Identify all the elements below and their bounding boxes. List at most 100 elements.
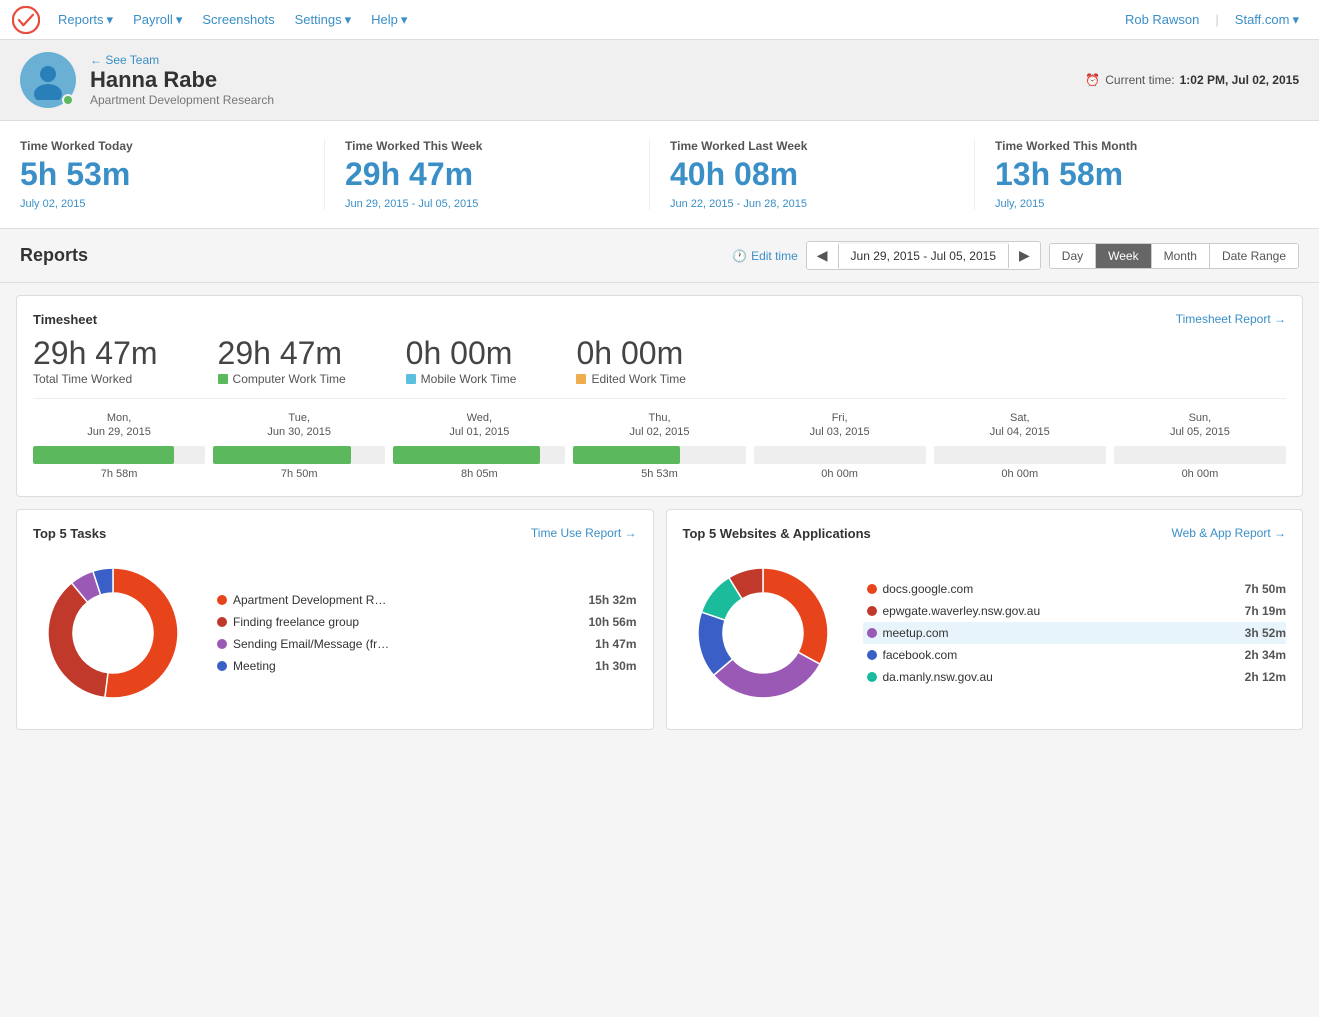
profile-role: Apartment Development Research <box>90 93 274 107</box>
web-app-report-link[interactable]: Web & App Report → <box>1171 526 1286 540</box>
nav-org[interactable]: Staff.com ▾ <box>1227 12 1307 28</box>
legend-name: Apartment Development Rese... <box>233 593 393 607</box>
tasks-chart-area: Apartment Development Rese... 15h 32m Fi… <box>33 553 637 713</box>
legend-item: da.manly.nsw.gov.au 2h 12m <box>863 666 1287 688</box>
see-team-link[interactable]: ← See Team <box>90 53 274 67</box>
period-daterange-button[interactable]: Date Range <box>1210 244 1298 268</box>
reports-controls: 🕐 Edit time ◀ Jun 29, 2015 - Jul 05, 201… <box>732 241 1299 270</box>
day-col-4: Fri,Jul 03, 2015 0h 00m <box>754 411 926 480</box>
legend-time: 1h 47m <box>595 637 636 651</box>
legend-time: 2h 34m <box>1245 648 1286 662</box>
nav-payroll[interactable]: Payroll ▾ <box>125 12 190 28</box>
websites-legend: docs.google.com 7h 50m epwgate.waverley.… <box>863 578 1287 688</box>
period-day-button[interactable]: Day <box>1050 244 1096 268</box>
legend-item: Apartment Development Rese... 15h 32m <box>213 589 637 611</box>
profile-current-time: ⏰ Current time: 1:02 PM, Jul 02, 2015 <box>1085 73 1299 87</box>
websites-donut-chart <box>683 553 843 713</box>
legend-dot <box>867 606 877 616</box>
legend-name: da.manly.nsw.gov.au <box>883 670 993 684</box>
avatar <box>20 52 76 108</box>
nav-reports[interactable]: Reports ▾ <box>50 12 121 28</box>
day-bar-track <box>213 446 385 464</box>
tasks-legend: Apartment Development Rese... 15h 32m Fi… <box>213 589 637 677</box>
ts-total: 29h 47m Total Time Worked <box>33 335 158 386</box>
nav-settings[interactable]: Settings ▾ <box>287 12 360 28</box>
timesheet-values: 29h 47m Total Time Worked 29h 47m Comput… <box>33 335 1286 386</box>
legend-time: 2h 12m <box>1245 670 1286 684</box>
legend-item: Meeting 1h 30m <box>213 655 637 677</box>
edit-time-button[interactable]: 🕐 Edit time <box>732 249 798 263</box>
legend-dot <box>217 639 227 649</box>
day-bar-track <box>934 446 1106 464</box>
prev-date-button[interactable]: ◀ <box>807 242 838 269</box>
legend-time: 1h 30m <box>595 659 636 673</box>
ts-edited: 0h 00m Edited Work Time <box>576 335 685 386</box>
date-range-label: Jun 29, 2015 - Jul 05, 2015 <box>838 244 1009 268</box>
legend-item: meetup.com 3h 52m <box>863 622 1287 644</box>
day-col-5: Sat,Jul 04, 2015 0h 00m <box>934 411 1106 480</box>
day-col-3: Thu,Jul 02, 2015 5h 53m <box>573 411 745 480</box>
reports-section-title: Reports <box>20 245 88 266</box>
period-month-button[interactable]: Month <box>1152 244 1210 268</box>
profile-left: ← See Team Hanna Rabe Apartment Developm… <box>20 52 274 108</box>
timesheet-card-header: Timesheet Timesheet Report → <box>33 312 1286 327</box>
legend-name: facebook.com <box>883 648 958 662</box>
day-col-6: Sun,Jul 05, 2015 0h 00m <box>1114 411 1286 480</box>
nav-links: Reports ▾ Payroll ▾ Screenshots Settings… <box>50 12 1117 28</box>
top-websites-title: Top 5 Websites & Applications <box>683 526 871 541</box>
clock-small-icon: 🕐 <box>732 249 747 263</box>
timesheet-report-link[interactable]: Timesheet Report → <box>1176 312 1286 326</box>
nav-user[interactable]: Rob Rawson <box>1117 12 1207 27</box>
tasks-donut-chart <box>33 553 193 713</box>
nav-help[interactable]: Help ▾ <box>363 12 415 28</box>
legend-time: 7h 50m <box>1245 582 1286 596</box>
period-week-button[interactable]: Week <box>1096 244 1151 268</box>
legend-dot <box>867 628 877 638</box>
stat-last-week: Time Worked Last Week 40h 08m Jun 22, 20… <box>670 139 975 210</box>
websites-chart-area: docs.google.com 7h 50m epwgate.waverley.… <box>683 553 1287 713</box>
top-websites-header: Top 5 Websites & Applications Web & App … <box>683 526 1287 541</box>
legend-item: docs.google.com 7h 50m <box>863 578 1287 600</box>
period-buttons: Day Week Month Date Range <box>1049 243 1299 269</box>
legend-dot <box>867 672 877 682</box>
stat-week: Time Worked This Week 29h 47m Jun 29, 20… <box>345 139 650 210</box>
online-badge <box>62 94 74 106</box>
main-content: Timesheet Timesheet Report → 29h 47m Tot… <box>0 283 1319 742</box>
legend-item: epwgate.waverley.nsw.gov.au 7h 19m <box>863 600 1287 622</box>
legend-name: Finding freelance group <box>233 615 359 629</box>
legend-time: 10h 56m <box>588 615 636 629</box>
day-bar-track <box>33 446 205 464</box>
legend-dot <box>217 595 227 605</box>
day-bar-track <box>393 446 565 464</box>
top-websites-card: Top 5 Websites & Applications Web & App … <box>666 509 1304 730</box>
clock-icon: ⏰ <box>1085 73 1100 87</box>
ts-mobile: 0h 00m Mobile Work Time <box>406 335 517 386</box>
legend-time: 3h 52m <box>1245 626 1286 640</box>
day-bar-track <box>1114 446 1286 464</box>
legend-name: docs.google.com <box>883 582 974 596</box>
legend-time: 7h 19m <box>1245 604 1286 618</box>
top-tasks-header: Top 5 Tasks Time Use Report → <box>33 526 637 541</box>
logo[interactable] <box>12 6 40 34</box>
next-date-button[interactable]: ▶ <box>1009 242 1040 269</box>
stat-month: Time Worked This Month 13h 58m July, 201… <box>995 139 1299 210</box>
day-bars: Mon,Jun 29, 2015 7h 58m Tue,Jun 30, 2015… <box>33 398 1286 480</box>
nav-right: Rob Rawson | Staff.com ▾ <box>1117 12 1307 28</box>
nav-screenshots[interactable]: Screenshots <box>194 12 282 27</box>
top-tasks-title: Top 5 Tasks <box>33 526 106 541</box>
legend-time: 15h 32m <box>588 593 636 607</box>
reports-header: Reports 🕐 Edit time ◀ Jun 29, 2015 - Jul… <box>0 229 1319 283</box>
day-col-0: Mon,Jun 29, 2015 7h 58m <box>33 411 205 480</box>
time-use-report-link[interactable]: Time Use Report → <box>531 526 637 540</box>
day-bar-fill <box>213 446 351 464</box>
day-bar-fill <box>393 446 539 464</box>
stats-row: Time Worked Today 5h 53m July 02, 2015 T… <box>0 121 1319 229</box>
day-bar-track <box>573 446 745 464</box>
day-bar-fill <box>33 446 174 464</box>
stat-today: Time Worked Today 5h 53m July 02, 2015 <box>20 139 325 210</box>
date-navigator: ◀ Jun 29, 2015 - Jul 05, 2015 ▶ <box>806 241 1041 270</box>
top-tasks-card: Top 5 Tasks Time Use Report → Apartment … <box>16 509 654 730</box>
legend-name: Meeting <box>233 659 276 673</box>
day-bar-track <box>754 446 926 464</box>
legend-dot <box>217 661 227 671</box>
